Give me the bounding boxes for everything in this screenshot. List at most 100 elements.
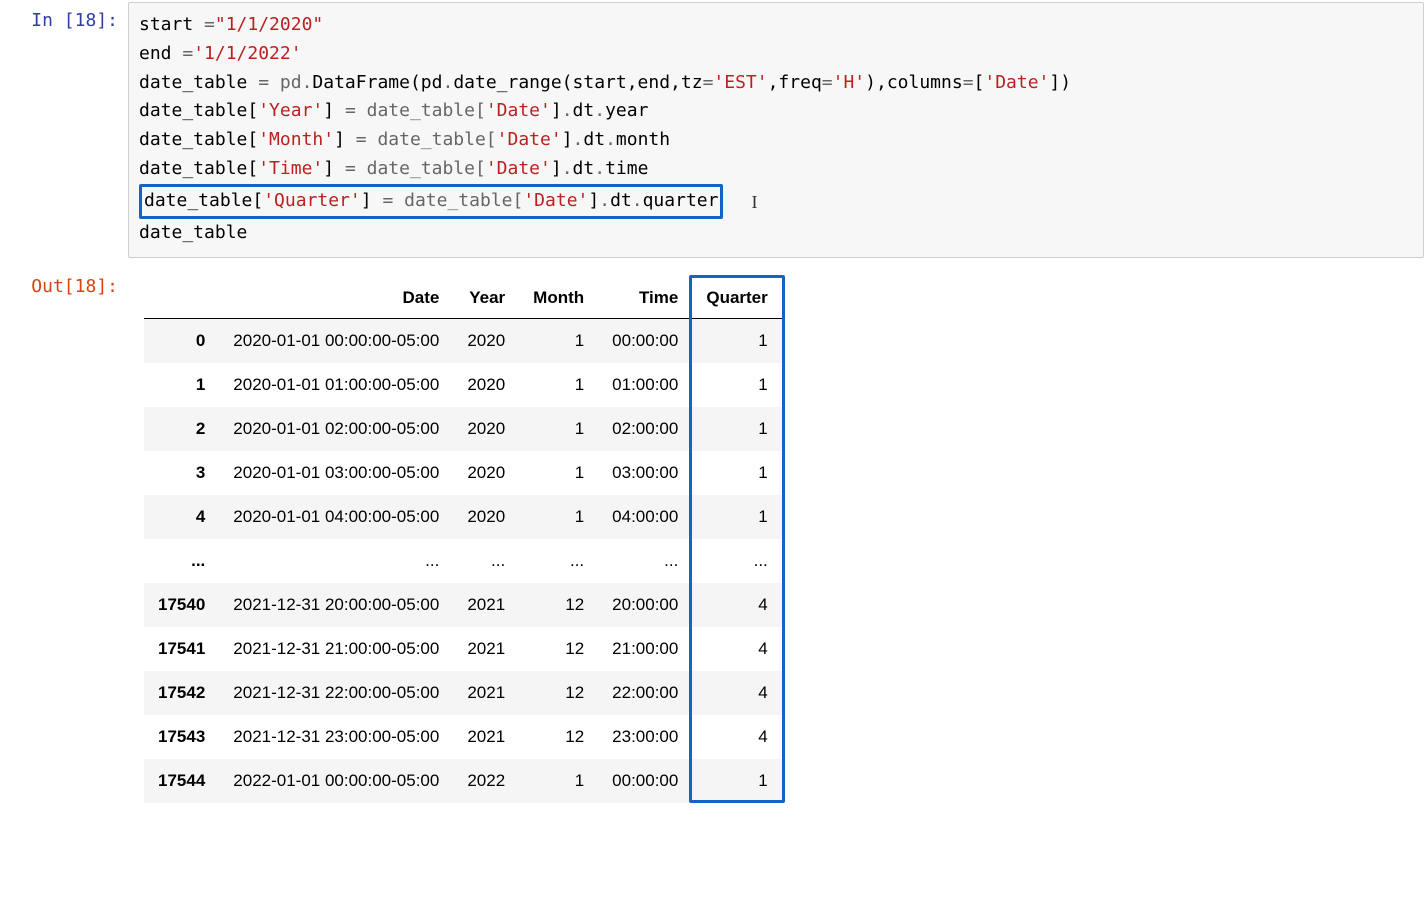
cell-time: 03:00:00 bbox=[598, 451, 692, 495]
code-token: dt bbox=[583, 129, 605, 150]
cell-quarter: 4 bbox=[692, 627, 781, 671]
code-token: = bbox=[182, 43, 193, 64]
cell-time: 01:00:00 bbox=[598, 363, 692, 407]
code-token: date_range(start,end,tz bbox=[453, 72, 702, 93]
col-header-index bbox=[144, 278, 219, 319]
cell-quarter: 4 bbox=[692, 671, 781, 715]
code-token: . bbox=[302, 72, 313, 93]
code-token: ] bbox=[323, 100, 345, 121]
code-editor[interactable]: start ="1/1/2020" end ='1/1/2022' date_t… bbox=[128, 2, 1424, 258]
row-index: 17541 bbox=[144, 627, 219, 671]
table-row: 42020-01-01 04:00:00-05:002020104:00:001 bbox=[144, 495, 782, 539]
code-token: start bbox=[139, 14, 204, 35]
code-token: = date_table[ bbox=[382, 190, 523, 211]
code-token: . bbox=[599, 190, 610, 211]
code-token: 'Year' bbox=[258, 100, 323, 121]
cell-time: 02:00:00 bbox=[598, 407, 692, 451]
code-token: dt bbox=[610, 190, 632, 211]
cell-date: ... bbox=[219, 539, 453, 583]
code-token: = bbox=[822, 72, 833, 93]
code-token: 'Date' bbox=[486, 158, 551, 179]
code-token: dt bbox=[573, 100, 595, 121]
code-token: = date_table[ bbox=[345, 100, 486, 121]
table-header-row: Date Year Month Time Quarter bbox=[144, 278, 782, 319]
table-row: 22020-01-01 02:00:00-05:002020102:00:001 bbox=[144, 407, 782, 451]
col-header-year: Year bbox=[453, 278, 519, 319]
cell-time: 23:00:00 bbox=[598, 715, 692, 759]
code-token: month bbox=[616, 129, 670, 150]
cell-year: 2021 bbox=[453, 583, 519, 627]
cell-time: 04:00:00 bbox=[598, 495, 692, 539]
cell-quarter: 1 bbox=[692, 407, 781, 451]
code-token: ] bbox=[562, 129, 573, 150]
row-index: 17542 bbox=[144, 671, 219, 715]
cell-year: 2021 bbox=[453, 671, 519, 715]
cell-month: 1 bbox=[519, 319, 598, 364]
code-token: ),columns bbox=[865, 72, 963, 93]
code-token: = date_table[ bbox=[345, 158, 486, 179]
row-index: 17543 bbox=[144, 715, 219, 759]
code-token: ]) bbox=[1049, 72, 1071, 93]
highlighted-line-box: date_table['Quarter'] = date_table['Date… bbox=[139, 184, 723, 219]
cell-time: 21:00:00 bbox=[598, 627, 692, 671]
code-token: 'H' bbox=[833, 72, 866, 93]
col-header-quarter: Quarter bbox=[692, 278, 781, 319]
cell-year: 2020 bbox=[453, 495, 519, 539]
cell-date: 2021-12-31 23:00:00-05:00 bbox=[219, 715, 453, 759]
cell-year: 2020 bbox=[453, 319, 519, 364]
code-token: DataFrame(pd bbox=[312, 72, 442, 93]
code-token: = bbox=[963, 72, 974, 93]
table-row: 175442022-01-01 00:00:00-05:002022100:00… bbox=[144, 759, 782, 803]
code-token: "1/1/2020" bbox=[215, 14, 323, 35]
row-index: 17540 bbox=[144, 583, 219, 627]
cell-month: 12 bbox=[519, 671, 598, 715]
code-token: . bbox=[573, 129, 584, 150]
cell-month: 1 bbox=[519, 407, 598, 451]
table-row: 12020-01-01 01:00:00-05:002020101:00:001 bbox=[144, 363, 782, 407]
cell-year: 2021 bbox=[453, 715, 519, 759]
cell-quarter: 4 bbox=[692, 583, 781, 627]
code-token: ] bbox=[361, 190, 383, 211]
cell-time: 00:00:00 bbox=[598, 319, 692, 364]
code-token: date_table[ bbox=[144, 190, 263, 211]
dataframe-wrap: Date Year Month Time Quarter 02020-01-01… bbox=[144, 278, 782, 803]
text-cursor-icon: I bbox=[751, 188, 757, 217]
table-row: 175422021-12-31 22:00:00-05:0020211222:0… bbox=[144, 671, 782, 715]
cell-year: 2020 bbox=[453, 407, 519, 451]
cell-date: 2021-12-31 21:00:00-05:00 bbox=[219, 627, 453, 671]
code-token: . bbox=[605, 129, 616, 150]
output-prompt: Out[18]: bbox=[0, 268, 128, 303]
input-prompt: In [18]: bbox=[0, 2, 128, 37]
code-token: 'Month' bbox=[258, 129, 334, 150]
table-row: 175412021-12-31 21:00:00-05:0020211221:0… bbox=[144, 627, 782, 671]
code-token: 'Date' bbox=[486, 100, 551, 121]
cell-time: ... bbox=[598, 539, 692, 583]
cell-year: ... bbox=[453, 539, 519, 583]
cell-quarter: 1 bbox=[692, 363, 781, 407]
col-header-month: Month bbox=[519, 278, 598, 319]
table-row: 32020-01-01 03:00:00-05:002020103:00:001 bbox=[144, 451, 782, 495]
code-token: ] bbox=[323, 158, 345, 179]
code-token: 'Date' bbox=[523, 190, 588, 211]
cell-year: 2021 bbox=[453, 627, 519, 671]
code-token: time bbox=[605, 158, 648, 179]
code-token: . bbox=[632, 190, 643, 211]
code-token: ] bbox=[551, 158, 562, 179]
cell-date: 2020-01-01 04:00:00-05:00 bbox=[219, 495, 453, 539]
code-token: ] bbox=[334, 129, 356, 150]
row-index: 2 bbox=[144, 407, 219, 451]
cell-quarter: 1 bbox=[692, 319, 781, 364]
output-area: Date Year Month Time Quarter 02020-01-01… bbox=[128, 268, 1424, 806]
code-token: . bbox=[562, 158, 573, 179]
cell-year: 2020 bbox=[453, 451, 519, 495]
cell-month: 12 bbox=[519, 627, 598, 671]
row-index: 3 bbox=[144, 451, 219, 495]
cell-time: 20:00:00 bbox=[598, 583, 692, 627]
cell-year: 2022 bbox=[453, 759, 519, 803]
cell-time: 22:00:00 bbox=[598, 671, 692, 715]
cell-quarter: 4 bbox=[692, 715, 781, 759]
cell-date: 2020-01-01 00:00:00-05:00 bbox=[219, 319, 453, 364]
code-token: 'Time' bbox=[258, 158, 323, 179]
code-token: dt bbox=[573, 158, 595, 179]
cell-date: 2021-12-31 22:00:00-05:00 bbox=[219, 671, 453, 715]
